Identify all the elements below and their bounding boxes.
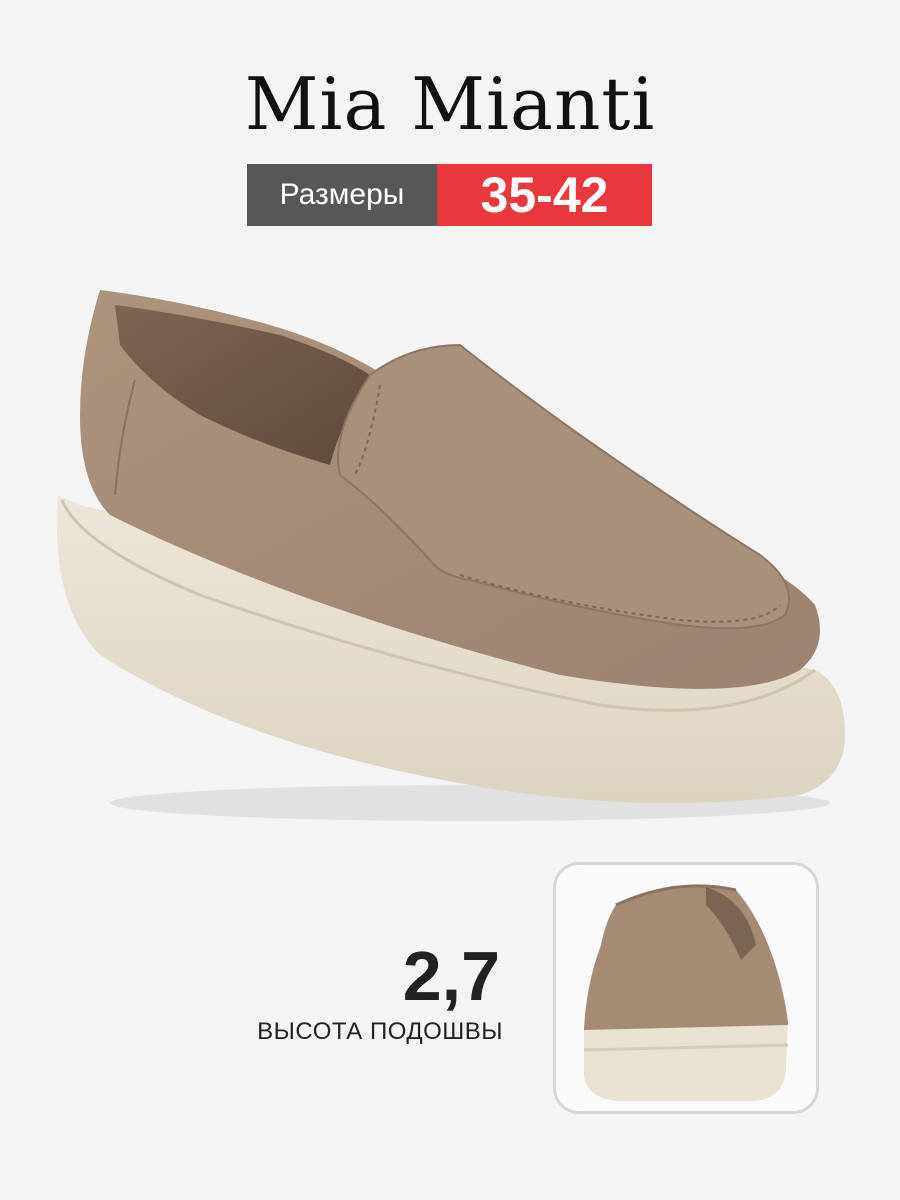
brand-title: Mia Mianti <box>244 62 656 146</box>
shoe-back-image <box>583 884 789 1101</box>
sole-height-caption: ВЫСОТА ПОДОШВЫ <box>257 1018 503 1045</box>
shoe-back-thumbnail[interactable] <box>553 862 819 1114</box>
size-badge: Размеры 35-42 <box>247 164 652 226</box>
sole-height-value: 2,7 <box>402 937 500 1015</box>
shoe-main-image <box>56 290 846 821</box>
size-range: 35-42 <box>437 164 652 226</box>
size-label: Размеры <box>247 164 437 226</box>
